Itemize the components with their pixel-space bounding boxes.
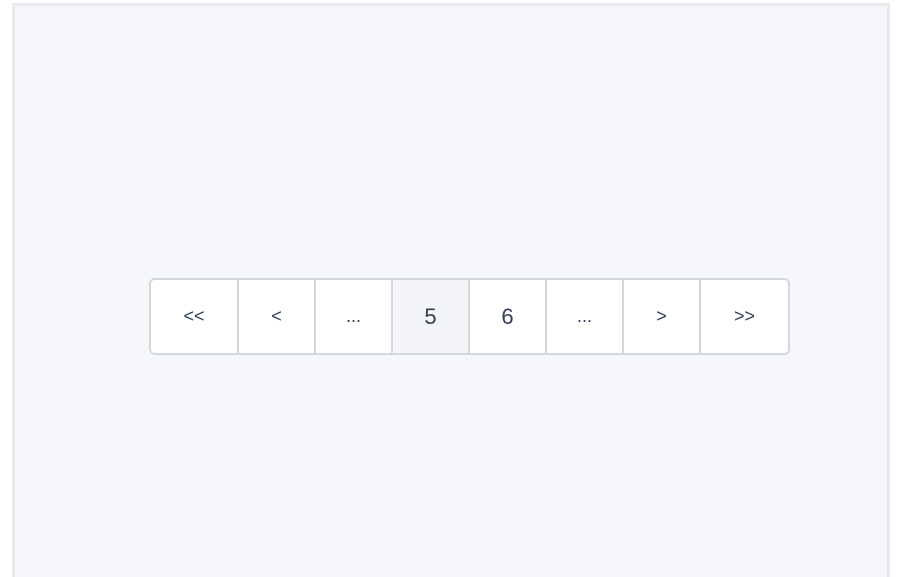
ellipsis-right-button[interactable]: ... [547,280,624,353]
page-5-button[interactable]: 5 [393,280,470,353]
previous-page-button[interactable]: < [239,280,316,353]
pagination: << < ... 5 6 ... > >> [149,278,790,355]
ellipsis-left-button[interactable]: ... [316,280,393,353]
next-page-button[interactable]: > [624,280,701,353]
first-page-button[interactable]: << [151,280,239,353]
content-panel: << < ... 5 6 ... > >> [12,3,890,577]
last-page-button[interactable]: >> [701,280,788,353]
page-6-button[interactable]: 6 [470,280,547,353]
